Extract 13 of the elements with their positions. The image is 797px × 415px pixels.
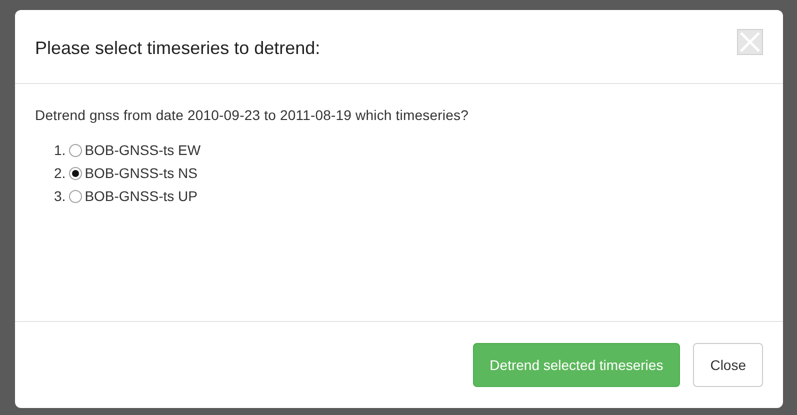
radio-button[interactable] xyxy=(68,166,82,180)
dialog-title: Please select timeseries to detrend: xyxy=(35,38,320,59)
option-label[interactable]: BOB-GNSS-ts EW xyxy=(84,142,201,158)
option-label[interactable]: BOB-GNSS-ts NS xyxy=(84,165,198,181)
radio-button[interactable] xyxy=(68,144,82,156)
radio-button[interactable] xyxy=(68,190,82,202)
option-number: 3. xyxy=(54,188,66,204)
option-label[interactable]: BOB-GNSS-ts UP xyxy=(84,188,198,204)
option-number: 2. xyxy=(54,165,66,181)
close-button[interactable]: Close xyxy=(693,343,763,387)
dialog-message: Detrend gnss from date 2010-09-23 to 2011-08-19 which timeseries? xyxy=(35,107,470,123)
option-number: 1. xyxy=(54,142,66,158)
close-icon[interactable] xyxy=(737,28,763,54)
